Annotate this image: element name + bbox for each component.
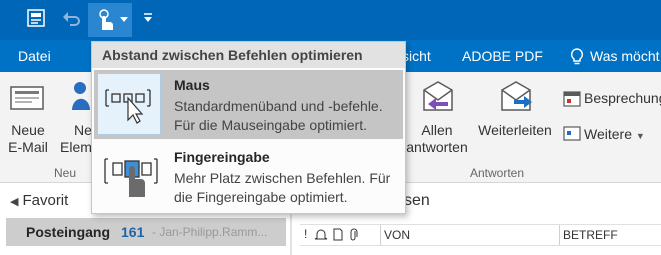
column-subject[interactable]: BETREFF [563,228,618,242]
group-label-neu: Neu [54,166,77,180]
touch-mode-icon [104,158,158,197]
forward-button[interactable]: Weiterleiten [472,122,558,139]
favorites-label: Favorit [22,192,69,209]
inbox-account: - Jan-Philipp.Ramm... [152,225,268,239]
chevron-down-icon [120,17,128,22]
reply-all-button[interactable]: Allen antworten [404,122,470,156]
menu-item-mouse[interactable]: Maus Standardmenüband und -befehle. Für … [94,70,403,139]
mouse-mode-icon-box [97,73,161,135]
dropdown-header: Abstand zwischen Befehlen optimieren [92,42,405,68]
touch-title: Fingereingabe [174,149,270,165]
mouse-description: Standardmenüband und -befehle. Für die M… [174,98,383,133]
more-button[interactable]: Weitere ▼ [584,126,645,142]
mouse-mode-icon [105,89,151,124]
touch-mode-icon [99,9,113,30]
touch-mode-button[interactable] [88,3,132,37]
menu-item-touch[interactable]: Fingereingabe Mehr Platz zwischen Befehl… [94,142,403,211]
column-divider[interactable] [380,225,381,245]
new-email-button[interactable]: Neue E-Mail [2,122,54,156]
touch-description: Mehr Platz zwischen Befehlen. Für die Fi… [174,170,391,205]
new-email-label-1: Neue [11,122,45,138]
column-from[interactable]: VON [384,228,410,242]
mouse-title: Maus [174,77,210,93]
undo-icon[interactable] [62,10,82,28]
attachment-icon[interactable] [348,228,360,241]
group-label-antworten: Antworten [470,166,525,180]
send-receive-icon[interactable] [26,8,46,28]
new-items-icon [72,82,90,110]
tab-datei[interactable]: Datei [18,40,51,72]
inbox-folder[interactable]: Posteingang 161 - Jan-Philipp.Ramm... [6,218,286,246]
forward-label: Weiterleiten [478,122,552,138]
reply-all-icon [423,81,453,111]
lightbulb-icon [570,48,584,65]
column-divider[interactable] [559,225,560,245]
meeting-button[interactable]: Besprechung [584,90,661,106]
tab-adobe-pdf[interactable]: ADOBE PDF [462,40,543,72]
inbox-label: Posteingang [26,224,111,240]
importance-icon[interactable]: ! [304,227,307,241]
item-type-icon[interactable] [332,228,344,241]
touch-mode-dropdown: Abstand zwischen Befehlen optimieren Mau… [91,41,406,214]
reminder-icon[interactable] [314,228,328,241]
tell-me-search[interactable]: Was möcht [590,40,660,72]
more-icon [563,126,581,141]
favorites-header[interactable]: ◀ Favorit [10,192,68,209]
message-list-title: sen [404,192,430,209]
reply-all-label-2: antworten [406,139,468,155]
forward-icon [501,81,532,111]
inbox-count: 161 [121,224,145,240]
new-email-icon [10,86,44,110]
reply-all-label-1: Allen [421,122,453,138]
new-email-label-2: E-Mail [8,139,48,155]
customize-qat-icon[interactable] [143,12,153,24]
tab-ansicht[interactable]: sicht [402,40,431,72]
meeting-icon [563,91,581,107]
touch-mode-icon-box [97,145,161,207]
collapse-icon: ◀ [10,196,19,208]
title-bar [0,0,661,40]
chevron-down-icon: ▼ [635,131,645,141]
column-header-row: ! VON BETREFF [300,224,661,246]
more-label: Weitere [584,126,632,142]
dropdown-header-label: Abstand zwischen Befehlen optimieren [102,47,363,63]
